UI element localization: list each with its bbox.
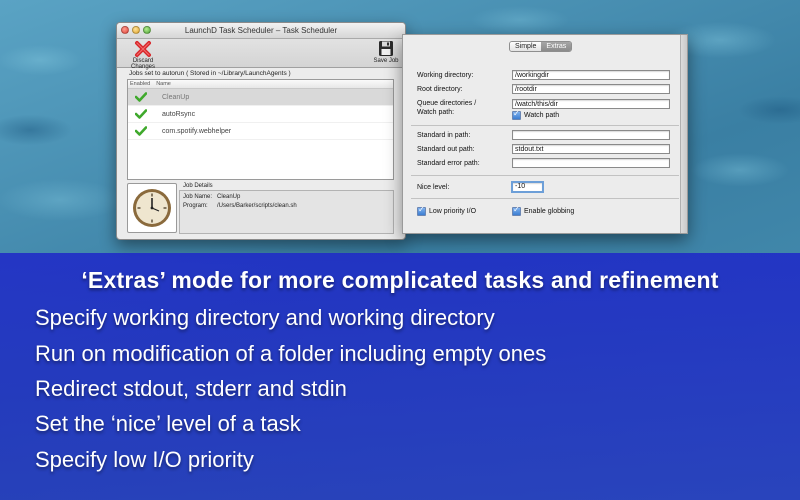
- jobs-section-label: Jobs set to autorun ( Stored in ~/Librar…: [129, 70, 291, 77]
- standard-out-field[interactable]: stdout.txt: [512, 144, 670, 154]
- job-name-label: Job Name:: [183, 194, 213, 200]
- window-title: LaunchD Task Scheduler – Task Scheduler: [184, 26, 338, 35]
- feature-caption-band: ‘Extras’ mode for more complicated tasks…: [0, 253, 800, 500]
- checkbox-checked-icon: [417, 205, 426, 216]
- job-enabled-checkbox[interactable]: [128, 126, 154, 136]
- main-window-titlebar: LaunchD Task Scheduler – Task Scheduler: [117, 23, 405, 39]
- floppy-disk-icon: [379, 41, 393, 56]
- tab-extras[interactable]: Extras: [541, 42, 572, 51]
- low-priority-io-checkbox[interactable]: Low priority I/O: [417, 205, 477, 216]
- program-value: /Users/Barker/scripts/clean.sh: [217, 203, 297, 209]
- caption-line: Run on modification of a folder includin…: [35, 341, 547, 366]
- caption-title: ‘Extras’ mode for more complicated tasks…: [81, 267, 719, 293]
- caption-line: Specify low I/O priority: [35, 447, 254, 472]
- watch-path-checkbox[interactable]: Watch path: [512, 109, 560, 120]
- column-name[interactable]: Name: [156, 81, 171, 87]
- main-window: LaunchD Task Scheduler – Task Scheduler …: [116, 22, 406, 240]
- green-check-icon: [135, 92, 147, 102]
- close-window-button[interactable]: [121, 26, 129, 34]
- job-name: autoRsync: [162, 110, 196, 118]
- low-priority-io-label: Low priority I/O: [429, 208, 477, 215]
- job-enabled-checkbox[interactable]: [128, 109, 154, 119]
- zoom-window-button[interactable]: [143, 26, 151, 34]
- job-name: com.spotify.webhelper: [162, 127, 232, 135]
- red-x-icon: [135, 41, 151, 57]
- green-check-icon: [135, 126, 147, 136]
- table-row[interactable]: com.spotify.webhelper: [128, 123, 393, 140]
- standard-in-field[interactable]: [512, 130, 670, 140]
- minimize-window-button[interactable]: [132, 26, 140, 34]
- discard-changes-label: Discard Changes: [130, 58, 156, 70]
- watch-path-label: Watch path:: [417, 109, 455, 116]
- mode-segmented-control: Simple Extras: [509, 41, 573, 52]
- divider: [411, 175, 679, 176]
- nice-level-label: Nice level:: [417, 184, 450, 191]
- wall-clock-icon: [133, 189, 171, 227]
- watch-path-checkbox-label: Watch path: [524, 112, 560, 119]
- extras-panel: Simple Extras Working directory: /workin…: [402, 34, 688, 234]
- jobs-table-header: Enabled Name: [128, 80, 393, 89]
- jobs-table[interactable]: Enabled Name CleanUp autoRsync com.spotif…: [127, 79, 394, 180]
- standard-error-label: Standard error path:: [417, 160, 480, 167]
- job-enabled-checkbox[interactable]: [128, 92, 154, 102]
- job-name: CleanUp: [162, 93, 190, 101]
- root-directory-label: Root directory:: [417, 86, 463, 93]
- checkbox-checked-icon: [512, 109, 521, 120]
- caption-line: Specify working directory and working di…: [35, 305, 495, 330]
- save-job-label: Save Job: [373, 58, 399, 64]
- job-name-value: CleanUp: [217, 194, 241, 200]
- standard-out-label: Standard out path:: [417, 146, 475, 153]
- program-label: Program:: [183, 203, 208, 209]
- caption-line: Redirect stdout, stderr and stdin: [35, 376, 347, 401]
- divider: [411, 198, 679, 199]
- green-check-icon: [135, 109, 147, 119]
- clock-app-icon: [127, 183, 177, 233]
- job-details-label: Job Details: [183, 183, 213, 189]
- enable-globbing-label: Enable globbing: [524, 208, 575, 215]
- queue-directories-label: Queue directories /: [417, 100, 477, 107]
- enable-globbing-checkbox[interactable]: Enable globbing: [512, 205, 575, 216]
- panel-edge: [680, 35, 687, 233]
- main-toolbar: Discard Changes Save Job: [117, 39, 405, 70]
- column-enabled[interactable]: Enabled: [130, 81, 150, 87]
- tab-simple[interactable]: Simple: [510, 42, 542, 51]
- working-directory-field[interactable]: /workingdir: [512, 70, 670, 80]
- working-directory-label: Working directory:: [417, 72, 474, 79]
- table-row[interactable]: CleanUp: [128, 89, 393, 106]
- nice-level-field[interactable]: -10: [511, 181, 544, 193]
- standard-error-field[interactable]: [512, 158, 670, 168]
- checkbox-checked-icon: [512, 205, 521, 216]
- queue-directories-field[interactable]: /watch/this/dir: [512, 99, 670, 109]
- divider: [411, 125, 679, 126]
- caption-line: Set the ‘nice’ level of a task: [35, 411, 301, 436]
- table-row[interactable]: autoRsync: [128, 106, 393, 123]
- standard-in-label: Standard in path:: [417, 132, 471, 139]
- window-controls: [121, 26, 151, 34]
- save-job-button[interactable]: Save Job: [371, 40, 401, 64]
- root-directory-field[interactable]: /rootdir: [512, 84, 670, 94]
- discard-changes-button[interactable]: Discard Changes: [121, 40, 165, 70]
- job-details-box: Job Name: CleanUp Program: /Users/Barker…: [179, 190, 394, 234]
